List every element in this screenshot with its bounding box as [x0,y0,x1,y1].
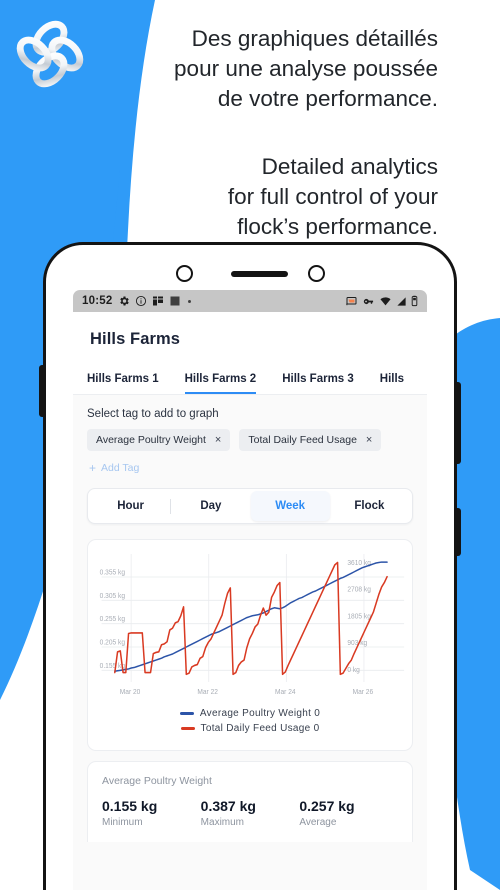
square-icon [170,296,180,306]
segment-week[interactable]: Week [250,491,330,521]
chart-x-tick-label: Mar 22 [197,689,218,696]
select-tag-label: Select tag to add to graph [87,408,219,420]
close-icon[interactable]: × [215,434,221,446]
tab-hills-farms-1[interactable]: Hills Farms 1 [87,373,159,394]
add-tag-button[interactable]: + Add Tag [73,451,427,475]
vpn-key-icon [363,298,374,304]
phone-side-button-right-volume [456,382,461,464]
phone-side-button-left [39,365,44,417]
chart-y-right-tick-label: 2708 kg [347,587,371,594]
gear-icon [120,296,130,306]
headline-french: Des graphiques détaillés pour une analys… [174,26,438,111]
chart-y-left-tick-label: 0.355 kg [100,569,126,576]
phone-side-button-right-power [456,508,461,556]
phone-top-bezel [46,245,454,290]
tag-chip-average-poultry-weight[interactable]: Average Poultry Weight × [87,429,231,451]
legend-swatch-blue [179,712,194,715]
tab-hills-farms-2[interactable]: Hills Farms 2 [184,373,257,394]
headline-english: Detailed analytics for full control of y… [227,154,438,239]
battery-icon [411,295,418,307]
info-icon [136,295,147,307]
chart-x-tick-label: Mar 20 [120,689,141,696]
stats-row: 0.155 kg Minimum 0.387 kg Maximum 0.257 … [102,798,398,828]
legend-label: Total Daily Feed Usage 0 [200,723,320,734]
screenshot-root: Des graphiques détaillés pour une analys… [0,0,500,890]
dashboard-icon [153,296,164,306]
selected-tags-list: Average Poultry Weight × Total Daily Fee… [73,429,427,451]
plus-icon: + [89,461,97,475]
chart-card: 0.355 kg 0.305 kg 0.255 kg 0.205 kg 0.155 kg… [87,539,413,751]
cast-icon [346,297,357,306]
legend-item-total-daily-feed-usage[interactable]: Total Daily Feed Usage 0 [180,723,320,734]
segment-flock[interactable]: Flock [330,491,409,521]
stat-value: 0.257 kg [299,798,355,814]
earpiece-speaker [231,271,288,277]
marketing-headline: Des graphiques détaillés pour une analys… [38,24,438,242]
camera-lens-right-icon [308,265,325,282]
stat-value: 0.387 kg [200,798,256,814]
stat-label: Maximum [200,817,245,828]
chart-y-left-tick-label: 0.255 kg [100,616,126,623]
tab-hills-farms-3[interactable]: Hills Farms 3 [282,373,354,394]
chart-y-right-tick-label: 1805 kg [347,613,371,620]
segment-day[interactable]: Day [171,491,250,521]
tab-hills-farms-4[interactable]: Hills [380,373,404,394]
app-body: Hills Farms Hills Farms 1 Hills Farms 2 … [73,312,427,890]
phone-screen: 10:52 Hills Farms Hills Farms 1 Hills Fa… [73,290,427,890]
time-range-selector-wrap: Hour Day Week Flock [73,475,427,524]
stats-title: Average Poultry Weight [102,775,212,787]
chart-series-line [114,561,388,676]
stat-maximum: 0.387 kg Maximum [201,798,300,828]
chart-x-tick-label: Mar 26 [353,689,374,696]
time-range-segmented-control[interactable]: Hour Day Week Flock [87,488,413,524]
summary-stats-card: Average Poultry Weight 0.155 kg Minimum … [87,761,413,842]
status-time: 10:52 [82,295,113,307]
chart-y-right-tick-label: 0 kg [347,667,360,674]
camera-lens-left-icon [176,265,193,282]
add-tag-label: Add Tag [101,462,140,474]
stat-value: 0.155 kg [102,798,158,814]
tag-chip-label: Average Poultry Weight [96,434,206,446]
page-title: Hills Farms [90,330,181,348]
chart-x-tick-label: Mar 24 [275,689,296,696]
legend-swatch-red [180,727,195,730]
status-right-icons [345,295,418,307]
tag-chip-label: Total Daily Feed Usage [248,434,357,446]
signal-icon [397,296,406,306]
wifi-icon [380,296,391,305]
tag-chip-total-daily-feed-usage[interactable]: Total Daily Feed Usage × [239,429,382,451]
chart-legend: Average Poultry Weight 0 Total Daily Fee… [94,698,406,744]
status-bar: 10:52 [73,290,427,312]
analytics-line-chart[interactable]: 0.355 kg0.305 kg0.255 kg0.205 kg0.155 kg… [94,550,406,698]
segment-hour[interactable]: Hour [91,491,170,521]
stat-average: 0.257 kg Average [299,798,398,828]
stat-minimum: 0.155 kg Minimum [102,798,201,828]
stat-label: Minimum [102,817,143,828]
legend-label: Average Poultry Weight 0 [199,708,321,719]
chart-holder: 0.355 kg 0.305 kg 0.255 kg 0.205 kg 0.155 kg… [94,550,406,698]
chart-y-left-tick-label: 0.205 kg [100,639,126,646]
dot-icon [188,299,192,303]
phone-mockup: 10:52 Hills Farms Hills Farms 1 Hills Fa… [43,242,457,890]
legend-item-average-poultry-weight[interactable]: Average Poultry Weight 0 [179,708,321,719]
close-icon[interactable]: × [366,434,372,446]
farm-tabs[interactable]: Hills Farms 1 Hills Farms 2 Hills Farms … [73,361,427,395]
chart-y-left-tick-label: 0.305 kg [100,593,126,600]
status-left-icons [118,295,193,307]
stat-label: Average [299,817,337,828]
chart-series-line [114,561,388,673]
